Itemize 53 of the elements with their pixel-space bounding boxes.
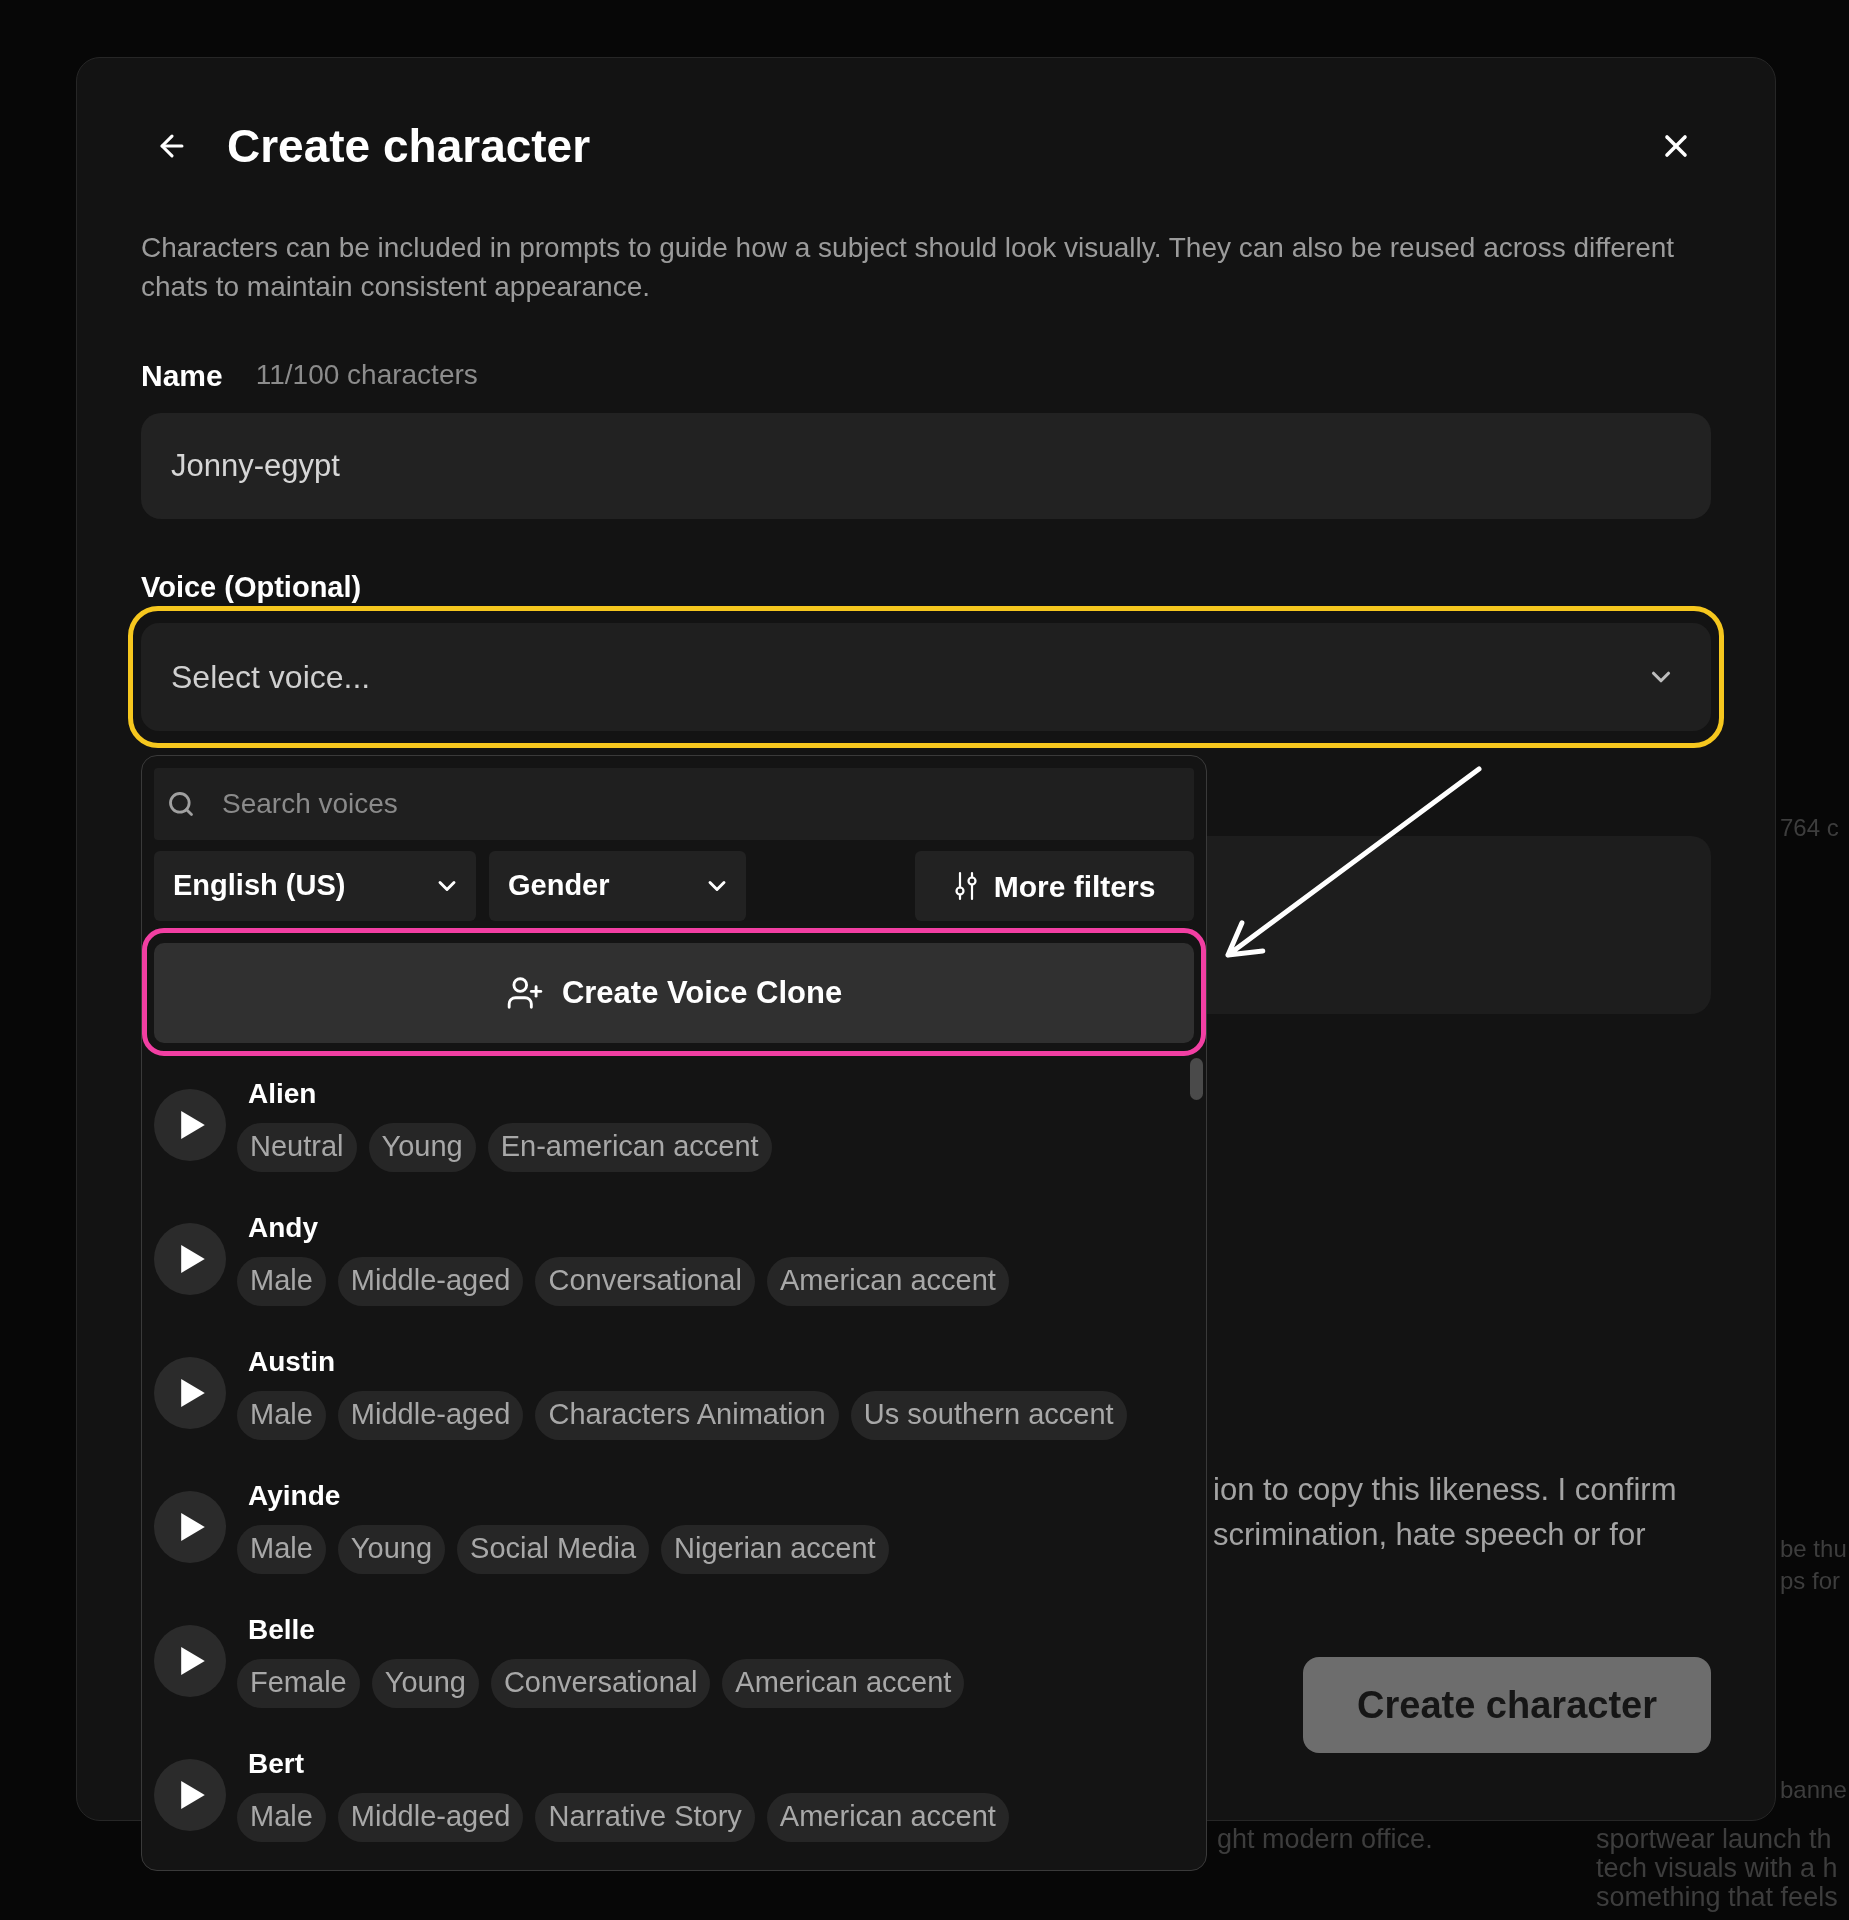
voice-tag: En-american accent <box>487 1122 772 1172</box>
voice-tag: Social Media <box>457 1524 650 1574</box>
dialog-description: Characters can be included in prompts to guide how a subject should look visually. They can also be reused across different chats to maintain consistent appearance. <box>141 231 1676 304</box>
name-input[interactable]: Jonny-egypt <box>141 413 1711 519</box>
scrollbar-thumb[interactable] <box>1190 1058 1203 1100</box>
voice-tag: Nigerian accent <box>661 1524 889 1574</box>
filter-dropdown[interactable]: English (US) <box>154 851 476 921</box>
play-icon <box>179 1645 206 1676</box>
voice-tag: Conversational <box>490 1658 711 1708</box>
voice-tag: American accent <box>766 1792 1009 1842</box>
filter-dropdown[interactable]: Gender <box>489 851 746 921</box>
play-icon <box>179 1377 206 1408</box>
play-icon <box>179 1243 206 1274</box>
create-voice-clone-button[interactable]: Create Voice Clone <box>154 943 1194 1043</box>
voice-tag: Conversational <box>535 1256 755 1306</box>
voice-tag: Us southern accent <box>850 1390 1127 1440</box>
field-label: Voice (Optional) <box>141 570 362 606</box>
voice-tag: Female <box>237 1658 360 1708</box>
search-field[interactable]: Search voices <box>154 768 1194 840</box>
voice-name: Bert <box>247 1747 304 1780</box>
voice-name: Alien <box>247 1077 317 1110</box>
voice-tag: Male <box>237 1256 326 1306</box>
voice-tag: Male <box>237 1792 326 1842</box>
voice-tag: Young <box>337 1524 446 1574</box>
voice-tag: Middle-aged <box>337 1256 524 1306</box>
character-counter: 11/100 characters <box>255 358 478 392</box>
voice-tag: Young <box>368 1122 476 1172</box>
voice-name: Andy <box>247 1211 318 1244</box>
voice-tag: American accent <box>766 1256 1009 1306</box>
voice-select[interactable]: Select voice... <box>141 623 1711 731</box>
voice-name: Ayinde <box>247 1479 341 1512</box>
voice-tag: Middle-aged <box>337 1792 524 1842</box>
play-icon <box>179 1511 206 1542</box>
voice-tag: Male <box>237 1390 326 1440</box>
voice-tag: Neutral <box>237 1122 357 1172</box>
more-filters-button[interactable]: More filters <box>915 851 1194 921</box>
user-plus-icon <box>505 974 544 1012</box>
field-label: Name <box>141 357 223 394</box>
sliders-icon <box>953 871 978 901</box>
voice-name: Belle <box>247 1613 315 1646</box>
voice-tag: Male <box>237 1524 326 1574</box>
consent-text: ion to copy this likeness. I confirm <box>1213 1471 1677 1509</box>
voice-name: Austin <box>247 1345 336 1378</box>
voice-tag: American accent <box>722 1658 965 1708</box>
voice-tag: Middle-aged <box>337 1390 524 1440</box>
play-icon <box>179 1109 206 1140</box>
voice-tag: Characters Animation <box>535 1390 839 1440</box>
voice-tag: Narrative Story <box>535 1792 755 1842</box>
search-icon <box>167 790 195 818</box>
dialog-title: Create character <box>227 119 591 174</box>
voice-tag: Young <box>371 1658 479 1708</box>
play-icon <box>179 1779 206 1810</box>
consent-text: scrimination, hate speech or for <box>1213 1516 1646 1554</box>
